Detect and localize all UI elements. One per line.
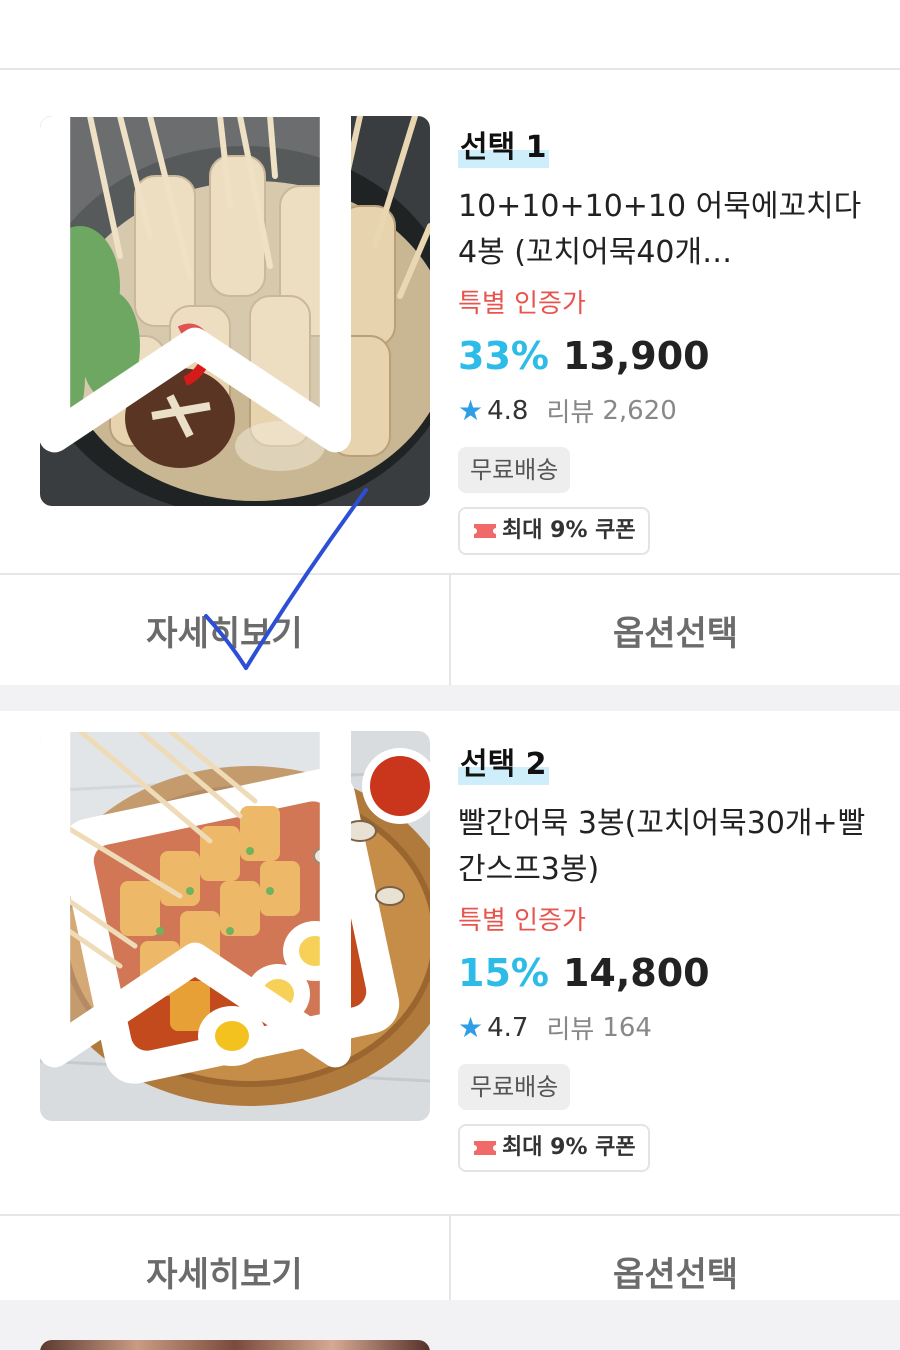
next-product-image[interactable] — [40, 1340, 430, 1350]
special-price-label: 특별 인증가 — [458, 289, 586, 319]
product-card-2: 선택 2 빨간어묵 3봉(꼬치어묵30개+빨간스프3봉) 특별 인증가 15% … — [0, 711, 900, 1326]
coupon-badge[interactable]: 최대 9% 쿠폰 — [458, 507, 650, 555]
rating-value: 4.8 — [487, 395, 529, 426]
review-count: 2,620 — [602, 395, 677, 426]
section-divider — [0, 685, 900, 711]
product-title[interactable]: 빨간어묵 3봉(꼬치어묵30개+빨간스프3봉) — [458, 801, 868, 893]
coupon-icon — [474, 524, 496, 538]
coupon-badge[interactable]: 최대 9% 쿠폰 — [458, 1124, 650, 1172]
review-count: 164 — [602, 1012, 652, 1043]
sale-price: 14,800 — [562, 951, 710, 995]
sale-price: 13,900 — [562, 334, 710, 378]
product-image-fishcake-pot[interactable] — [40, 116, 430, 506]
product-info: 선택 1 10+10+10+10 어묵에꼬치다 4봉 (꼬치어묵40개… 특별 … — [458, 128, 868, 555]
discount-rate: 33% — [458, 334, 549, 378]
rating-row: ★ 4.7 리뷰 164 — [458, 1009, 868, 1046]
bookmark-icon[interactable] — [40, 116, 390, 468]
product-info: 선택 2 빨간어묵 3봉(꼬치어묵30개+빨간스프3봉) 특별 인증가 15% … — [458, 745, 868, 1172]
discount-rate: 15% — [458, 951, 549, 995]
option-label: 선택 2 — [458, 745, 549, 785]
detail-view-button[interactable]: 자세히보기 — [0, 575, 449, 685]
product-card-body[interactable]: 선택 1 10+10+10+10 어묵에꼬치다 4봉 (꼬치어묵40개… 특별 … — [0, 70, 900, 573]
next-card-peek — [0, 1300, 900, 1350]
option-select-button[interactable]: 옵션선택 — [449, 575, 900, 685]
price-row: 33% 13,900 — [458, 334, 868, 378]
product-card-1: 선택 1 10+10+10+10 어묵에꼬치다 4봉 (꼬치어묵40개… 특별 … — [0, 70, 900, 685]
product-card-body[interactable]: 선택 2 빨간어묵 3봉(꼬치어묵30개+빨간스프3봉) 특별 인증가 15% … — [0, 711, 900, 1214]
rating-row: ★ 4.8 리뷰 2,620 — [458, 392, 868, 429]
option-label: 선택 1 — [458, 128, 549, 168]
free-shipping-badge: 무료배송 — [458, 447, 571, 493]
coupon-text: 최대 9% 쿠폰 — [502, 518, 636, 543]
star-icon: ★ — [458, 1011, 484, 1044]
free-shipping-badge: 무료배송 — [458, 1064, 571, 1110]
coupon-icon — [474, 1141, 496, 1155]
special-price-label: 특별 인증가 — [458, 906, 586, 936]
review-label: 리뷰 — [546, 398, 595, 428]
product-title[interactable]: 10+10+10+10 어묵에꼬치다 4봉 (꼬치어묵40개… — [458, 184, 868, 276]
star-icon: ★ — [458, 394, 484, 427]
top-spacer — [0, 0, 900, 70]
coupon-text: 최대 9% 쿠폰 — [502, 1135, 636, 1160]
rating-value: 4.7 — [487, 1012, 529, 1043]
card-actions: 자세히보기 옵션선택 — [0, 573, 900, 685]
review-label: 리뷰 — [546, 1015, 595, 1045]
bookmark-icon[interactable] — [40, 731, 390, 1083]
price-row: 15% 14,800 — [458, 951, 868, 995]
product-image-spicy-fishcake[interactable] — [40, 731, 430, 1121]
